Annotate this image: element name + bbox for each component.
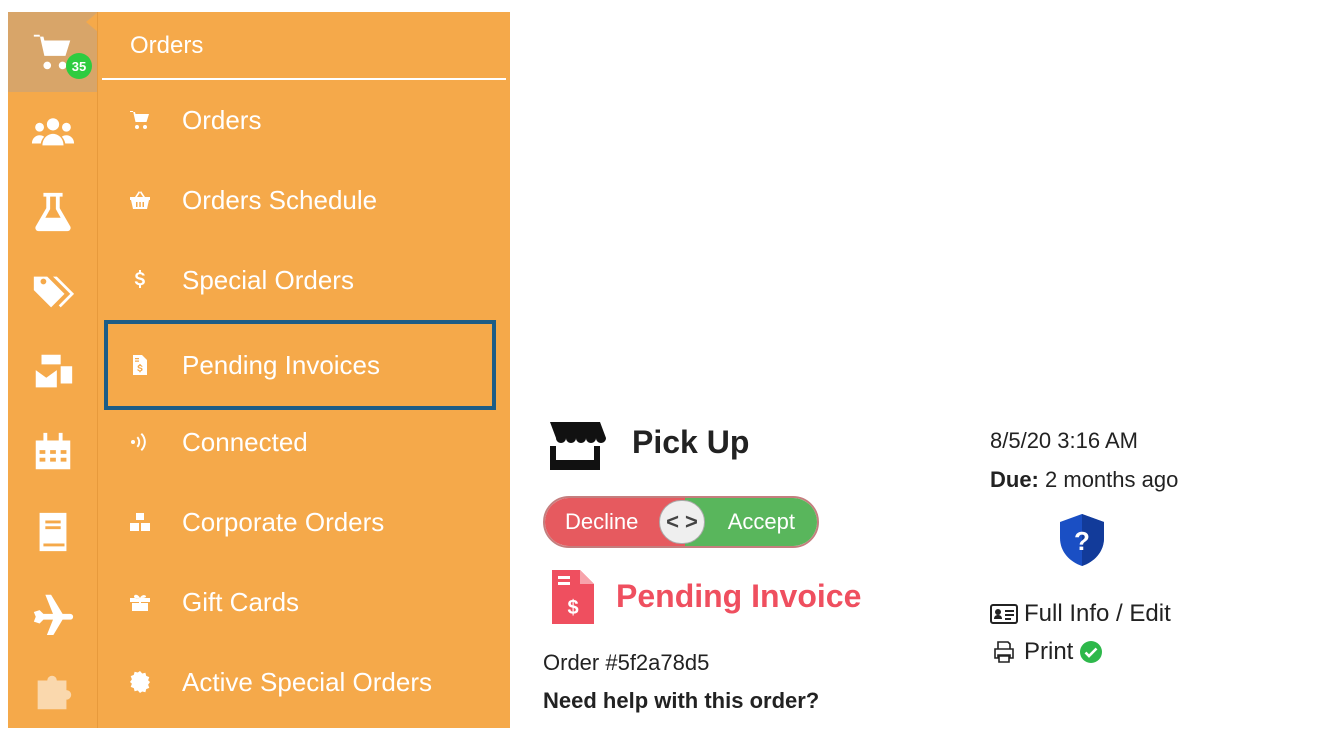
full-info-edit-link[interactable]: Full Info / Edit: [990, 600, 1171, 628]
menu-item-label: Orders Schedule: [182, 184, 378, 215]
dollar-icon: [134, 270, 145, 288]
menu-item-label: Active Special Orders: [182, 666, 432, 697]
signal-icon: [131, 433, 146, 451]
slider-handle[interactable]: < >: [659, 500, 705, 544]
orders-flyout-menu: Orders Orders Orders Schedule Special Or…: [97, 12, 510, 728]
print-link[interactable]: Print: [990, 638, 1103, 666]
rail-integrations[interactable]: [8, 652, 97, 732]
pending-invoice-icon: $: [552, 570, 594, 624]
tags-icon: [33, 276, 74, 308]
menu-item-label: Connected: [182, 426, 308, 457]
store-icon: [550, 422, 606, 470]
check-circle-icon: [1080, 641, 1103, 663]
rail-customers[interactable]: [8, 92, 97, 172]
menu-item-label: Special Orders: [182, 264, 354, 295]
icon-rail: 35: [8, 12, 97, 728]
boxes-icon: [130, 513, 150, 531]
menu-header: Orders: [102, 12, 506, 80]
id-card-icon: [990, 604, 1018, 624]
shield-question-icon[interactable]: ?: [1056, 512, 1108, 568]
calendar-icon: [35, 432, 70, 470]
print-label: Print: [1024, 638, 1074, 665]
cart-count-badge: 35: [66, 53, 92, 79]
full-info-label: Full Info / Edit: [1024, 600, 1171, 627]
order-number: Order #5f2a78d5: [543, 650, 710, 675]
menu-item-corporate-orders[interactable]: Corporate Orders: [104, 482, 494, 562]
due-value: 2 months ago: [1045, 467, 1179, 492]
menu-item-orders-schedule[interactable]: Orders Schedule: [104, 160, 494, 240]
due-info: Due: 2 months ago: [990, 467, 1178, 493]
menu-item-pending-invoices[interactable]: Pending Invoices: [104, 320, 496, 410]
flask-icon: [34, 192, 71, 232]
plane-icon: [33, 594, 73, 635]
rail-travel[interactable]: [8, 572, 97, 652]
gift-icon: [130, 594, 150, 611]
order-help-link[interactable]: Need help with this order?: [543, 688, 819, 714]
menu-item-connected[interactable]: Connected: [104, 402, 494, 482]
rail-book[interactable]: [8, 492, 97, 572]
rail-mail[interactable]: [8, 332, 97, 412]
cart-icon: [130, 111, 149, 129]
menu-title: Orders: [130, 32, 204, 59]
order-status: Pending Invoice: [616, 578, 862, 614]
menu-item-label: Pending Invoices: [182, 349, 381, 380]
rail-tags[interactable]: [8, 252, 97, 332]
print-icon: [994, 641, 1014, 663]
menu-item-label: Corporate Orders: [182, 506, 385, 537]
menu-item-label: Gift Cards: [182, 586, 300, 617]
rail-calendar[interactable]: [8, 412, 97, 492]
menu-item-special-orders[interactable]: Special Orders: [104, 240, 494, 320]
basket-icon: [130, 191, 150, 209]
book-icon: [39, 512, 66, 552]
rail-lab[interactable]: [8, 172, 97, 252]
svg-text:$: $: [567, 597, 578, 619]
menu-item-active-special-orders[interactable]: Active Special Orders: [104, 642, 494, 722]
decline-accept-slider[interactable]: Decline Accept < >: [543, 496, 819, 548]
rail-orders[interactable]: 35: [8, 12, 97, 92]
due-label: Due:: [990, 467, 1039, 492]
svg-text:?: ?: [1074, 526, 1090, 556]
menu-item-gift-cards[interactable]: Gift Cards: [104, 562, 494, 642]
menu-item-label: Orders: [182, 104, 262, 135]
invoice-icon: [133, 355, 147, 375]
users-icon: [31, 118, 74, 146]
menu-item-orders[interactable]: Orders: [104, 80, 494, 160]
order-type-title: Pick Up: [632, 424, 750, 460]
order-date: 8/5/20 3:16 AM: [990, 428, 1138, 453]
accept-label: Accept: [685, 498, 817, 546]
mail-bulk-icon: [35, 354, 72, 388]
puzzle-icon: [37, 675, 71, 710]
certificate-icon: [130, 671, 150, 693]
